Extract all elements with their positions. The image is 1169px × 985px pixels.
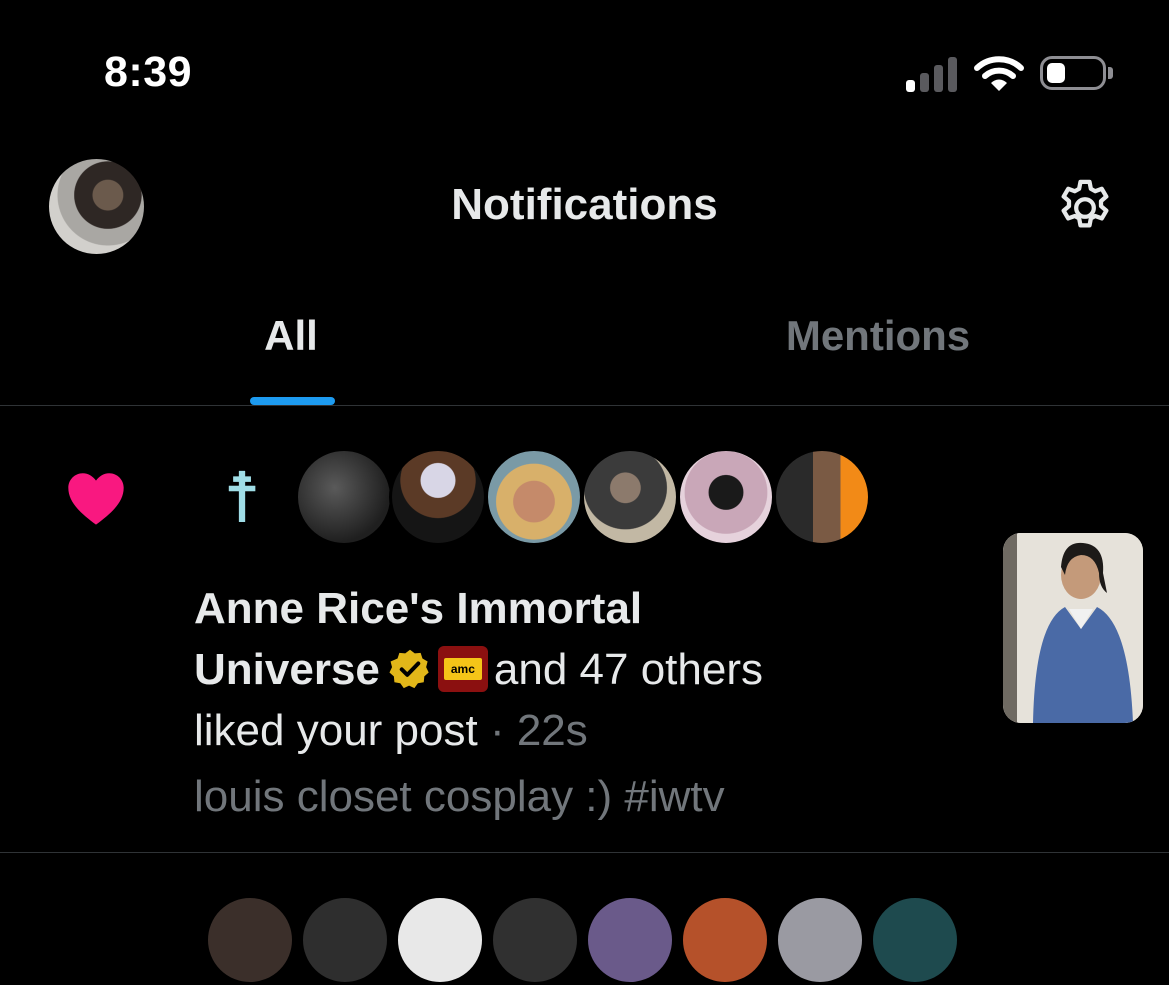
account-name-line2[interactable]: Universe — [194, 645, 380, 694]
liker-avatar[interactable] — [490, 895, 580, 985]
heart-icon — [68, 473, 124, 525]
account-name-line1[interactable]: Anne Rice's Immortal — [194, 584, 642, 633]
liker-avatar[interactable] — [585, 895, 675, 985]
page-title: Notifications — [451, 180, 718, 229]
action-text: liked your post — [194, 706, 478, 755]
active-tab-indicator — [250, 397, 335, 405]
notification-divider — [0, 852, 1169, 853]
elapsed-time: 22s — [516, 706, 588, 755]
battery-icon — [1040, 56, 1106, 90]
others-count: and 47 others — [493, 645, 763, 694]
liker-avatar[interactable] — [870, 895, 960, 985]
separator-dot: · — [489, 706, 505, 755]
liker-avatar[interactable] — [680, 895, 770, 985]
anne-rice-universe-logo[interactable]: ☨ — [223, 458, 261, 538]
cellular-signal-icon — [906, 56, 960, 92]
liker-avatar[interactable] — [295, 448, 393, 546]
status-time: 8:39 — [104, 48, 193, 96]
battery-tip — [1108, 67, 1113, 79]
gear-icon[interactable] — [1053, 176, 1117, 240]
post-media-thumbnail[interactable] — [1003, 533, 1143, 723]
tabs-divider — [0, 405, 1169, 406]
liker-avatar[interactable] — [775, 895, 865, 985]
amc-affiliate-badge[interactable]: amc — [437, 646, 488, 693]
liker-avatar[interactable] — [677, 448, 775, 546]
notification-text[interactable]: Anne Rice's Immortal Universe amc and 47 … — [194, 578, 914, 761]
wifi-icon — [974, 56, 1024, 91]
liker-avatar[interactable] — [205, 895, 295, 985]
liker-avatar[interactable] — [395, 895, 485, 985]
liker-avatar[interactable] — [581, 448, 679, 546]
tab-all[interactable]: All — [220, 312, 362, 360]
tab-mentions[interactable]: Mentions — [732, 312, 1024, 360]
liker-avatar[interactable] — [773, 448, 871, 546]
amc-badge-label: amc — [443, 658, 482, 681]
liker-avatar[interactable] — [300, 895, 390, 985]
verified-gold-badge-icon — [389, 650, 429, 689]
liker-avatar[interactable] — [485, 448, 583, 546]
post-photo — [1003, 533, 1143, 723]
post-caption[interactable]: louis closet cosplay :) #iwtv — [194, 772, 725, 822]
liker-avatar[interactable] — [389, 448, 487, 546]
